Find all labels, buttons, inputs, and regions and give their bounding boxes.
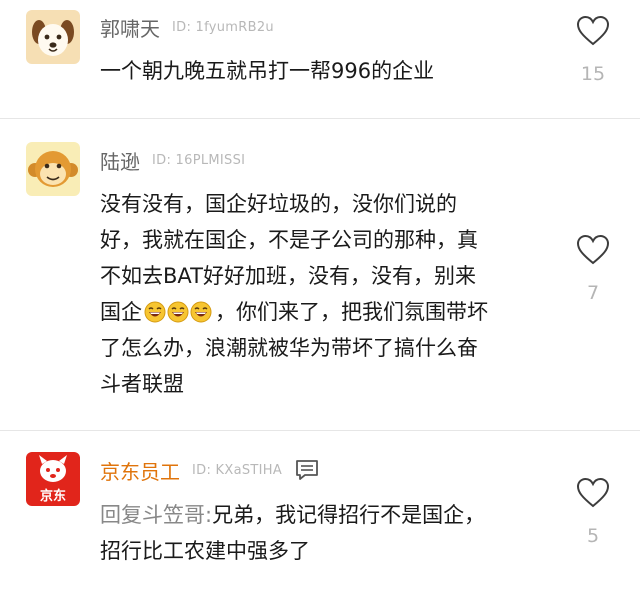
like-count: 7 (586, 282, 600, 304)
laughing-emoji-icon (190, 301, 212, 323)
like-button[interactable]: 15 (568, 15, 618, 85)
username[interactable]: 陆逊 (100, 146, 140, 175)
dog-face-icon (32, 20, 74, 56)
comment-item: 郭啸天 ID: 1fyumRB2u 一个朝九晚五就吊打一帮996的企业 15 (0, 0, 640, 108)
heart-icon (576, 15, 610, 46)
comment-header: 陆逊 ID: 16PLMISSI (100, 145, 245, 175)
monkey-face-icon (28, 151, 78, 187)
comment-item: 陆逊 ID: 16PLMISSI 没有没有，国企好垃圾的，没你们说的 好，我就在… (0, 119, 640, 424)
like-button[interactable]: 7 (568, 234, 618, 304)
laughing-emoji-icon (167, 301, 189, 323)
user-id: ID: 16PLMISSI (152, 152, 246, 168)
comment-reply-icon[interactable] (294, 458, 320, 482)
comment-text: 回复斗笠哥:兄弟，我记得招行不是国企， 招行比工农建中强多了 (100, 497, 540, 569)
comment-text: 没有没有，国企好垃圾的，没你们说的 好，我就在国企，不是子公司的那种，真 不如去… (100, 186, 540, 402)
emoji-group (144, 301, 213, 323)
avatar[interactable] (26, 142, 80, 196)
reply-prefix[interactable]: 回复斗笠哥: (100, 503, 212, 527)
comment-header: 京东员工 ID: KXaSTIHA (100, 455, 320, 485)
heart-icon (576, 477, 610, 508)
user-id: ID: 1fyumRB2u (172, 19, 274, 35)
like-count: 5 (586, 525, 600, 547)
comment-header: 郭啸天 ID: 1fyumRB2u (100, 12, 274, 42)
avatar[interactable] (26, 10, 80, 64)
username[interactable]: 京东员工 (100, 456, 180, 485)
heart-icon (576, 234, 610, 265)
like-button[interactable]: 5 (568, 477, 618, 547)
comment-item: 京东 京东员工 ID: KXaSTIHA 回复斗笠哥:兄弟，我记得招行不是国企，… (0, 431, 640, 593)
username[interactable]: 郭啸天 (100, 13, 160, 42)
user-id: ID: KXaSTIHA (192, 462, 283, 478)
comment-text: 一个朝九晚五就吊打一帮996的企业 (100, 59, 435, 83)
jd-dog-logo-icon: 京东 (39, 455, 67, 504)
like-count: 15 (580, 63, 606, 85)
laughing-emoji-icon (144, 301, 166, 323)
avatar[interactable]: 京东 (26, 452, 80, 506)
avatar-logo-text: 京东 (40, 488, 66, 504)
